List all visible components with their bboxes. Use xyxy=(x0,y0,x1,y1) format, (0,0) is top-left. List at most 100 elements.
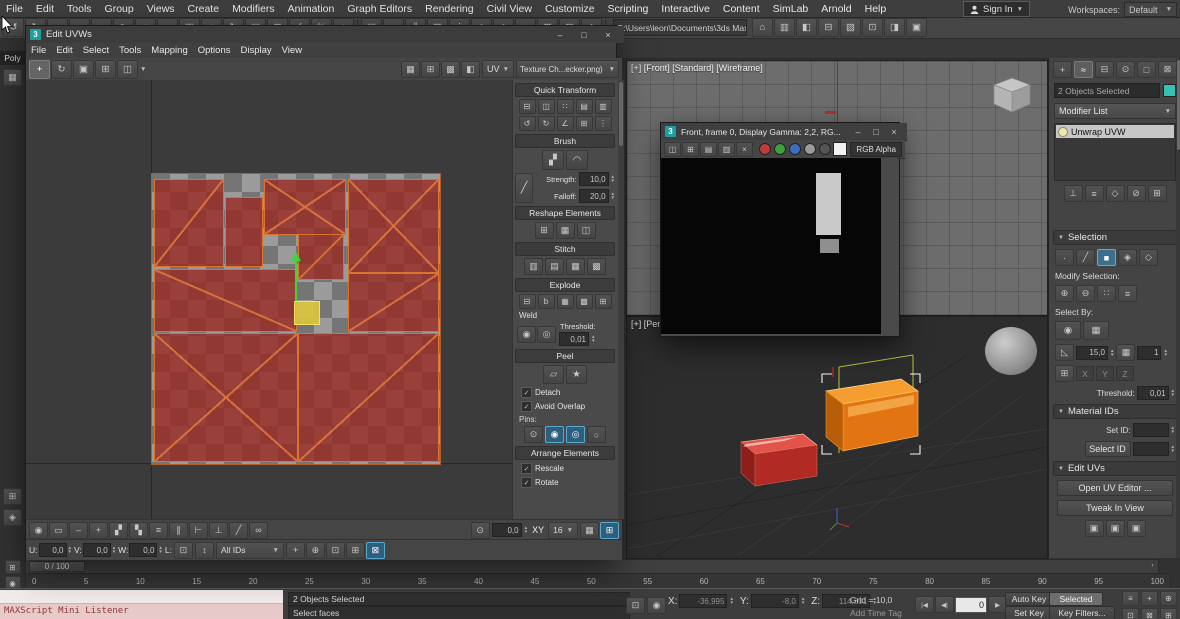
stitch-average-icon[interactable]: ▦ xyxy=(566,258,585,275)
pan-view-icon[interactable]: + xyxy=(1141,591,1158,606)
grid-size-dropdown[interactable]: 16▼ xyxy=(548,522,578,539)
smoothing-group-field[interactable]: 1 xyxy=(1137,346,1161,360)
spinner[interactable]: ▲▼ xyxy=(1163,349,1167,357)
tile-bitmap-icon[interactable]: ▩ xyxy=(441,61,460,78)
show-map-icon[interactable]: ◧ xyxy=(461,61,480,78)
spinner[interactable]: ▲▼ xyxy=(68,546,72,554)
open-uv-editor-button[interactable]: Open UV Editor ... xyxy=(1057,480,1173,496)
align-vertical-icon[interactable]: ◫ xyxy=(538,99,555,114)
rescale-checkbox[interactable]: ✓Rescale xyxy=(521,463,609,474)
relax-tool-icon[interactable]: ◫ xyxy=(577,222,596,239)
print-image-icon[interactable]: ▥ xyxy=(718,142,735,157)
save-image-icon[interactable]: ◫ xyxy=(664,142,681,157)
uv-island[interactable] xyxy=(154,333,298,462)
key-filters-button[interactable]: Key Filters... xyxy=(1049,606,1115,619)
grow-selection-icon[interactable]: ⊕ xyxy=(1055,285,1074,302)
axis-constraint-button[interactable]: Y xyxy=(1096,366,1114,381)
toolbar-icon[interactable]: ◧ xyxy=(796,18,817,37)
rotate-checkbox[interactable]: ✓Rotate xyxy=(521,477,609,488)
align-to-edge-icon[interactable]: ∠ xyxy=(557,116,574,131)
spinner[interactable]: ▲▼ xyxy=(1171,389,1175,397)
uv-island[interactable] xyxy=(348,179,439,273)
toolbar-icon[interactable]: ◨ xyxy=(884,18,905,37)
previous-frame-icon[interactable]: ◀| xyxy=(935,596,954,613)
menu-item[interactable]: Options xyxy=(193,45,236,56)
viewcube-icon[interactable] xyxy=(989,75,1035,117)
freeform-gizmo-icon[interactable]: ⊞ xyxy=(95,60,116,79)
auto-key-button[interactable]: Auto Key xyxy=(1005,592,1053,606)
menu-item[interactable]: Help xyxy=(859,3,893,15)
edge-subobject-icon[interactable]: ╱ xyxy=(1076,249,1095,266)
w-field[interactable]: 0,0 xyxy=(129,543,157,557)
detach-checkbox[interactable]: ✓Detach xyxy=(521,387,609,398)
timeline-tick[interactable]: 40 xyxy=(474,577,483,586)
flatten-by-smoothing-icon[interactable]: ▦ xyxy=(557,294,574,309)
tweak-in-view-button[interactable]: Tweak In View xyxy=(1057,500,1173,516)
falloff-field[interactable]: 20,0 xyxy=(579,189,609,203)
select-by-planar-icon[interactable]: ◉ xyxy=(1055,321,1081,340)
timeline-tick[interactable]: 25 xyxy=(305,577,314,586)
ignore-backfacing-icon[interactable]: ◇ xyxy=(1139,249,1158,266)
copy-image-icon[interactable]: ⊞ xyxy=(682,142,699,157)
spinner[interactable]: ▲▼ xyxy=(1110,349,1114,357)
time-configuration-icon[interactable]: ⊞ xyxy=(5,560,21,574)
hierarchy-tab-icon[interactable]: ⊟ xyxy=(1095,61,1114,78)
zoom-view-icon[interactable]: ⊕ xyxy=(1160,591,1177,606)
space-vertical-icon[interactable]: ▥ xyxy=(595,99,612,114)
workspaces-dropdown[interactable]: Default ▼ xyxy=(1124,2,1177,17)
toolbar-icon[interactable]: ▧ xyxy=(840,18,861,37)
red-channel-icon[interactable] xyxy=(759,143,771,155)
pin-selected-icon[interactable]: ◉ xyxy=(545,426,564,443)
configure-modifier-sets-icon[interactable]: ⊞ xyxy=(1148,185,1167,202)
time-slider[interactable]: ‹ 0 / 100 › xyxy=(25,559,1159,574)
spinner[interactable]: ▲▼ xyxy=(524,526,528,534)
section-stitch[interactable]: Stitch xyxy=(515,242,615,256)
uv-island[interactable] xyxy=(154,269,297,332)
menu-item[interactable]: Tools xyxy=(114,45,146,56)
selected-uv-face[interactable] xyxy=(294,301,320,325)
section-peel[interactable]: Peel xyxy=(515,349,615,363)
spinner[interactable]: ▲▼ xyxy=(611,175,615,183)
zoom-region-icon[interactable]: ⊠ xyxy=(366,542,385,559)
link-icon[interactable]: ∞ xyxy=(249,522,268,539)
rotate-90-ccw-icon[interactable]: ↺ xyxy=(519,116,536,131)
uv-channel-1-icon[interactable]: ▣ xyxy=(1085,520,1104,537)
selection-lock-icon[interactable]: ◉ xyxy=(647,597,666,614)
menu-item[interactable]: Edit xyxy=(30,3,60,15)
set-key-button[interactable]: Set Key xyxy=(1005,606,1053,619)
clone-window-icon[interactable]: ▤ xyxy=(700,142,717,157)
align-u-icon[interactable]: ⊢ xyxy=(189,522,208,539)
timeline-tick[interactable]: 10 xyxy=(136,577,145,586)
green-channel-icon[interactable] xyxy=(774,143,786,155)
toolbar-icon[interactable]: ▥ xyxy=(774,18,795,37)
close-button[interactable]: × xyxy=(885,124,903,139)
spinner[interactable]: ▲▼ xyxy=(1171,426,1175,434)
uv-island[interactable] xyxy=(298,234,344,280)
timeline-tick[interactable]: 45 xyxy=(530,577,539,586)
timeline-tick[interactable]: 20 xyxy=(249,577,258,586)
menu-item[interactable]: Customize xyxy=(539,3,601,15)
timeline-tick[interactable]: 75 xyxy=(869,577,878,586)
menu-item[interactable]: File xyxy=(0,3,29,15)
scale-uv-icon[interactable]: ▣ xyxy=(73,60,94,79)
break-icon[interactable]: ⊟ xyxy=(519,294,536,309)
menu-item[interactable]: SimLab xyxy=(767,3,815,15)
paint-move-brush-icon[interactable]: ▞ xyxy=(542,150,564,170)
viewcube-icon[interactable] xyxy=(985,327,1037,375)
background-color-swatch[interactable] xyxy=(833,142,847,156)
planar-angle-field[interactable]: 15,0 xyxy=(1076,346,1108,360)
orange-box-object[interactable] xyxy=(826,379,918,451)
spinner[interactable]: ▲▼ xyxy=(611,192,615,200)
minimize-button[interactable]: – xyxy=(849,124,867,139)
toolbar-icon[interactable]: ⊟ xyxy=(818,18,839,37)
isolate-selection-icon[interactable]: ⊡ xyxy=(626,597,645,614)
menu-item[interactable]: Content xyxy=(717,3,766,15)
create-tab-icon[interactable]: + xyxy=(1053,61,1072,78)
viewport-perspective[interactable]: [+] [Pers xyxy=(626,316,1048,559)
menu-item[interactable]: File xyxy=(26,45,51,56)
timeline-tick[interactable]: 80 xyxy=(925,577,934,586)
uv-island[interactable] xyxy=(348,273,439,332)
spinner[interactable]: ▲▼ xyxy=(591,335,595,343)
select-by-smoothing-icon[interactable]: ▦ xyxy=(1083,321,1109,340)
increase-brush-icon[interactable]: + xyxy=(89,522,108,539)
